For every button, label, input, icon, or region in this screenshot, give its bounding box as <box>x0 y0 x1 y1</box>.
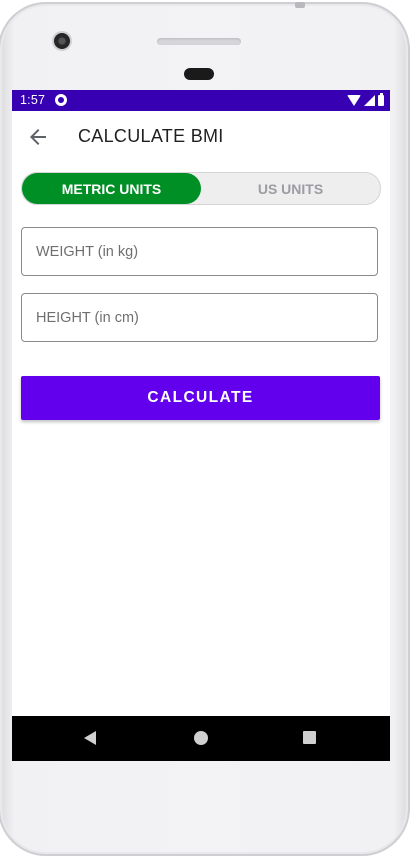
height-input[interactable] <box>21 293 378 342</box>
nav-back-icon[interactable] <box>84 731 96 745</box>
nav-recents-icon[interactable] <box>303 731 316 744</box>
speaker-grill <box>157 38 241 45</box>
tab-us-units[interactable]: US UNITS <box>201 173 380 204</box>
calculate-button[interactable]: CALCULATE <box>21 376 380 420</box>
page-title: CALCULATE BMI <box>78 126 224 146</box>
weight-input[interactable] <box>21 227 378 276</box>
status-bar: 1:57 <box>12 90 390 111</box>
status-icons <box>347 93 384 107</box>
front-camera <box>54 33 70 49</box>
arrow-left-icon[interactable] <box>26 125 50 149</box>
unit-toggle: METRIC UNITS US UNITS <box>21 172 381 205</box>
battery-icon <box>378 93 384 106</box>
power-button <box>295 2 305 8</box>
app-notification-icon <box>55 94 67 106</box>
wifi-icon <box>347 95 361 106</box>
status-time: 1:57 <box>20 93 46 107</box>
signal-icon <box>364 95 375 106</box>
app-screen: 1:57 CALCULATE BMI METRIC UNITS US UNITS… <box>12 90 390 761</box>
app-bar: CALCULATE BMI <box>12 111 390 163</box>
nav-home-icon[interactable] <box>194 731 208 745</box>
tab-metric-units[interactable]: METRIC UNITS <box>22 173 201 204</box>
earpiece <box>184 68 214 80</box>
navigation-bar <box>12 716 390 761</box>
